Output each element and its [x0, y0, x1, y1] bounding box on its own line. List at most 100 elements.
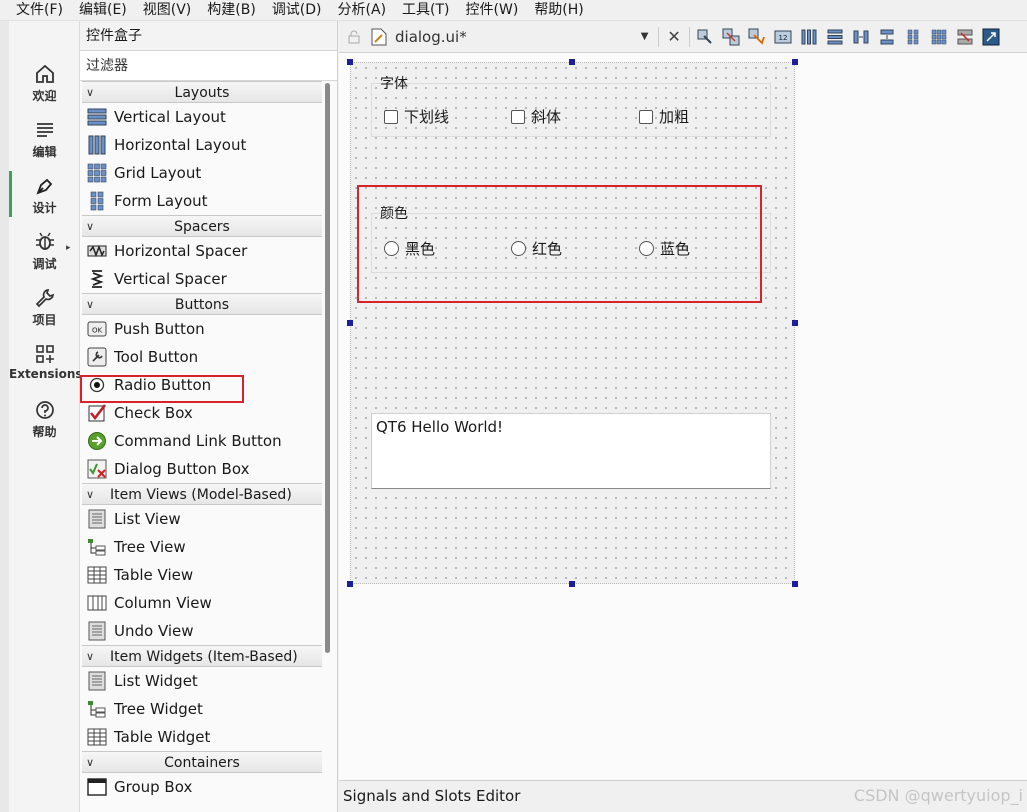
- mode-label: 帮助: [32, 425, 57, 439]
- resize-handle[interactable]: [792, 581, 798, 587]
- mode-label: Extensions: [9, 367, 83, 381]
- category-buttons[interactable]: ∨ Buttons: [82, 293, 322, 315]
- widget-list-view[interactable]: List View: [82, 505, 322, 533]
- mode-label: 欢迎: [32, 89, 57, 103]
- menu-edit[interactable]: 编辑(E): [71, 0, 135, 21]
- widget-horizontal-spacer[interactable]: Horizontal Spacer: [82, 237, 322, 265]
- category-spacers[interactable]: ∨ Spacers: [82, 215, 322, 237]
- color-group-title: 颜色: [380, 206, 408, 222]
- menu-help[interactable]: 帮助(H): [526, 0, 591, 21]
- resize-handle[interactable]: [347, 581, 353, 587]
- dialog-form[interactable]: 字体 下划线 斜体 加粗 颜色 黑色 红色 蓝色 QT6 Hello World…: [350, 62, 795, 584]
- category-label: Buttons: [174, 297, 230, 313]
- category-containers[interactable]: ∨ Containers: [82, 751, 322, 773]
- widget-tool-button[interactable]: Tool Button: [82, 343, 322, 371]
- widget-push-button[interactable]: OK Push Button: [82, 315, 322, 343]
- widget-tree-widget[interactable]: Tree Widget: [82, 695, 322, 723]
- widget-label: Tree Widget: [114, 700, 203, 718]
- widget-form-layout[interactable]: Form Layout: [82, 187, 322, 215]
- widget-dialog-button-box[interactable]: Dialog Button Box: [82, 455, 322, 483]
- widget-vertical-layout[interactable]: Vertical Layout: [82, 103, 322, 131]
- signals-slots-editor-label: Signals and Slots Editor: [343, 787, 521, 805]
- signals-slots-editor-bar[interactable]: Signals and Slots Editor CSDN @qwertyuio…: [339, 780, 1027, 812]
- italic-checkbox[interactable]: 斜体: [511, 106, 561, 127]
- widget-column-view[interactable]: Column View: [82, 589, 322, 617]
- menu-tools[interactable]: 工具(T): [394, 0, 457, 21]
- resize-handle[interactable]: [792, 320, 798, 326]
- menu-view[interactable]: 视图(V): [135, 0, 200, 21]
- layout-horizontal-icon[interactable]: [798, 26, 820, 48]
- black-radio[interactable]: 黑色: [384, 238, 435, 259]
- resize-handle[interactable]: [347, 320, 353, 326]
- layout-form-icon[interactable]: [902, 26, 924, 48]
- blue-radio[interactable]: 蓝色: [639, 238, 690, 259]
- tab-dropdown-icon[interactable]: ▼: [641, 31, 649, 42]
- tool-button-icon: [87, 347, 107, 367]
- widget-label: Tool Button: [114, 348, 199, 366]
- tabbar-divider: [658, 26, 660, 47]
- widget-grid-layout[interactable]: Grid Layout: [82, 159, 322, 187]
- category-layouts[interactable]: ∨ Layouts: [82, 81, 322, 103]
- menu-file[interactable]: 文件(F): [8, 0, 71, 21]
- widget-filter-input[interactable]: 过滤器: [80, 51, 337, 81]
- widget-group-box[interactable]: Group Box: [82, 773, 322, 801]
- underline-checkbox[interactable]: 下划线: [384, 106, 449, 127]
- text-edit[interactable]: QT6 Hello World!: [371, 413, 771, 489]
- radio-label: 红色: [532, 240, 563, 258]
- checkbox-label: 斜体: [531, 108, 562, 126]
- widget-table-view[interactable]: Table View: [82, 561, 322, 589]
- edit-widgets-icon[interactable]: [694, 26, 716, 48]
- resize-handle[interactable]: [792, 59, 798, 65]
- widget-label: Horizontal Layout: [114, 136, 247, 154]
- layout-grid-icon[interactable]: [928, 26, 950, 48]
- widget-undo-view[interactable]: Undo View: [82, 617, 322, 645]
- widget-table-widget[interactable]: Table Widget: [82, 723, 322, 751]
- widget-radio-button[interactable]: Radio Button: [82, 371, 322, 399]
- edit-buddies-icon[interactable]: [746, 26, 768, 48]
- menu-analyze[interactable]: 分析(A): [330, 0, 395, 21]
- widget-vertical-spacer[interactable]: Vertical Spacer: [82, 265, 322, 293]
- layout-vertical-icon[interactable]: [824, 26, 846, 48]
- mode-extensions[interactable]: Extensions: [9, 343, 83, 381]
- checkbox-indicator: [639, 109, 653, 124]
- widget-check-box[interactable]: Check Box: [82, 399, 322, 427]
- widget-command-link-button[interactable]: Command Link Button: [82, 427, 322, 455]
- layout-h-splitter-icon[interactable]: [850, 26, 872, 48]
- resize-handle[interactable]: [347, 59, 353, 65]
- widget-tree-view[interactable]: Tree View: [82, 533, 322, 561]
- mode-welcome[interactable]: 欢迎: [9, 63, 80, 104]
- checkbox-label: 下划线: [404, 108, 450, 126]
- adjust-size-icon[interactable]: [980, 26, 1002, 48]
- edit-signals-slots-icon[interactable]: [720, 26, 742, 48]
- editor-file-tab[interactable]: dialog.ui*: [395, 28, 467, 46]
- red-radio[interactable]: 红色: [511, 238, 562, 259]
- close-icon[interactable]: ✕: [667, 27, 680, 46]
- menu-widgets[interactable]: 控件(W): [458, 0, 527, 21]
- radio-indicator: [511, 241, 526, 256]
- widget-box-scrollbar[interactable]: [325, 83, 330, 653]
- widget-list-widget[interactable]: List Widget: [82, 667, 322, 695]
- bold-checkbox[interactable]: 加粗: [639, 106, 689, 127]
- break-layout-icon[interactable]: [954, 26, 976, 48]
- edit-tab-order-icon[interactable]: 12: [772, 26, 794, 48]
- category-label: Layouts: [174, 85, 230, 101]
- widget-horizontal-layout[interactable]: Horizontal Layout: [82, 131, 322, 159]
- category-item-widgets[interactable]: ∨ Item Widgets (Item-Based): [82, 645, 322, 667]
- resize-handle[interactable]: [569, 59, 575, 65]
- chevron-down-icon: ∨: [86, 756, 95, 769]
- widget-label: List Widget: [114, 672, 198, 690]
- menu-build[interactable]: 构建(B): [199, 0, 264, 21]
- mode-design[interactable]: 设计: [9, 171, 80, 217]
- group-box-icon: [87, 778, 107, 796]
- widget-label: Horizontal Spacer: [114, 242, 248, 260]
- mode-label: 项目: [32, 313, 57, 327]
- category-item-views[interactable]: ∨ Item Views (Model-Based): [82, 483, 322, 505]
- resize-handle[interactable]: [569, 581, 575, 587]
- mode-edit[interactable]: 编辑: [9, 119, 80, 160]
- mode-help[interactable]: 帮助: [9, 399, 80, 440]
- widget-box-title: 控件盒子: [80, 21, 337, 51]
- tabbar-divider: [688, 26, 690, 47]
- layout-v-splitter-icon[interactable]: [876, 26, 898, 48]
- menu-debug[interactable]: 调试(D): [264, 0, 330, 21]
- mode-projects[interactable]: 项目: [9, 287, 80, 328]
